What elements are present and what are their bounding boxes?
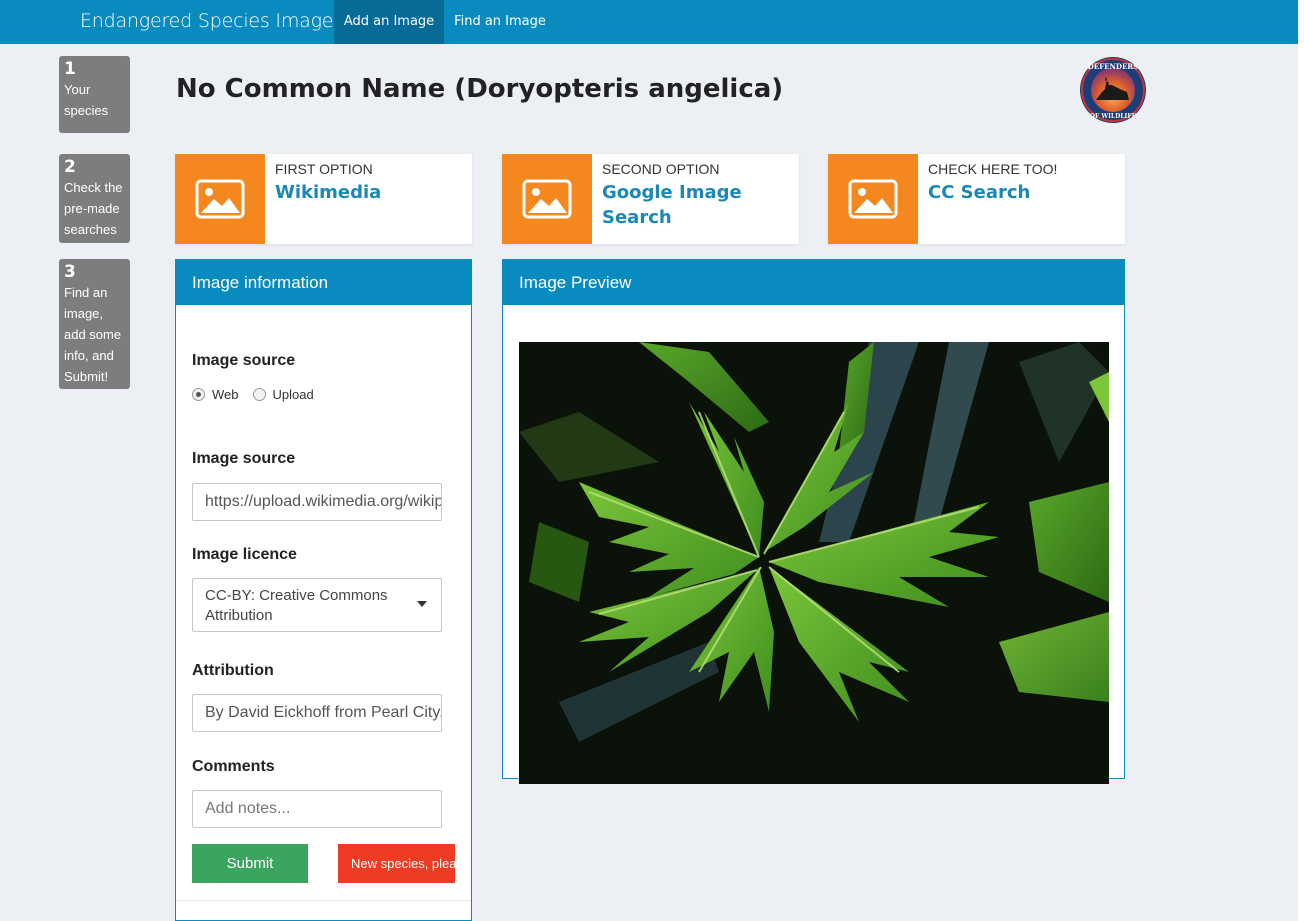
brand-title[interactable]: Endangered Species Images (80, 10, 343, 32)
step-text: Find an image, add some info, and Submit… (64, 285, 122, 384)
radio-upload[interactable] (252, 388, 266, 401)
licence-select[interactable]: CC-BY: Creative Commons Attribution (192, 578, 442, 632)
cc-search-link[interactable]: CC Search (928, 180, 1108, 205)
image-licence-label: Image licence (192, 546, 297, 563)
panel-title: Image Preview (503, 260, 1124, 305)
defenders-of-wildlife-logo: DEFENDERS OF WILDLIFE (1072, 56, 1154, 124)
step-text: Check the pre-made searches (64, 180, 123, 237)
panel-title: Image information (176, 260, 471, 305)
licence-select-value: CC-BY: Creative Commons Attribution (205, 587, 388, 624)
radio-web[interactable] (192, 388, 205, 401)
new-species-button[interactable]: New species, please (338, 844, 455, 883)
image-icon (175, 154, 265, 244)
google-image-search-link[interactable]: Google Image Search (602, 180, 782, 230)
comments-label: Comments (192, 758, 275, 775)
image-information-panel: Image information Image source Web Uploa… (175, 259, 472, 921)
search-card-cc[interactable]: Check here too! CC Search (828, 154, 1125, 244)
top-navbar: Endangered Species Images Add an Image F… (0, 0, 1298, 44)
step-number: 2 (64, 157, 76, 177)
image-url-label: Image source (192, 450, 296, 467)
submit-button[interactable]: Submit (192, 844, 308, 883)
svg-text:DEFENDERS: DEFENDERS (1088, 62, 1138, 71)
image-icon (828, 154, 918, 244)
step-number: 1 (64, 59, 76, 79)
page-right-edge (1298, 0, 1304, 921)
source-radio-group: Web Upload (192, 387, 314, 402)
image-preview-panel: Image Preview (502, 259, 1125, 784)
panel-footer-divider (176, 900, 471, 901)
step-1: 1 Your species (59, 56, 130, 133)
image-url-input[interactable]: https://upload.wikimedia.org/wikipedia/c… (192, 483, 442, 521)
card-kicker: Second option (602, 161, 720, 177)
radio-web-label[interactable]: Web (212, 387, 239, 402)
page-title: No Common Name (Doryopteris angelica) (176, 74, 784, 104)
tab-find-image[interactable]: Find an Image (444, 0, 556, 44)
step-number: 3 (64, 262, 76, 282)
card-kicker: First option (275, 161, 373, 177)
fern-preview-image (519, 342, 1109, 784)
attribution-input[interactable]: By David Eickhoff from Pearl City, Hawai… (192, 694, 442, 732)
attribution-label: Attribution (192, 662, 274, 679)
chevron-down-icon (417, 601, 427, 607)
image-icon (502, 154, 592, 244)
wikimedia-link[interactable]: Wikimedia (275, 180, 455, 205)
image-source-label: Image source (192, 352, 296, 369)
comments-input[interactable]: Add notes... (192, 790, 442, 828)
search-card-wikimedia[interactable]: First option Wikimedia (175, 154, 472, 244)
svg-text:OF WILDLIFE: OF WILDLIFE (1090, 113, 1137, 120)
radio-upload-label[interactable]: Upload (273, 387, 314, 402)
search-card-google[interactable]: Second option Google Image Search (502, 154, 799, 244)
step-text: Your species (64, 82, 109, 118)
tab-add-image[interactable]: Add an Image (334, 0, 444, 44)
step-3: 3 Find an image, add some info, and Subm… (59, 259, 130, 389)
card-kicker: Check here too! (928, 161, 1058, 177)
step-2: 2 Check the pre-made searches (59, 154, 130, 243)
